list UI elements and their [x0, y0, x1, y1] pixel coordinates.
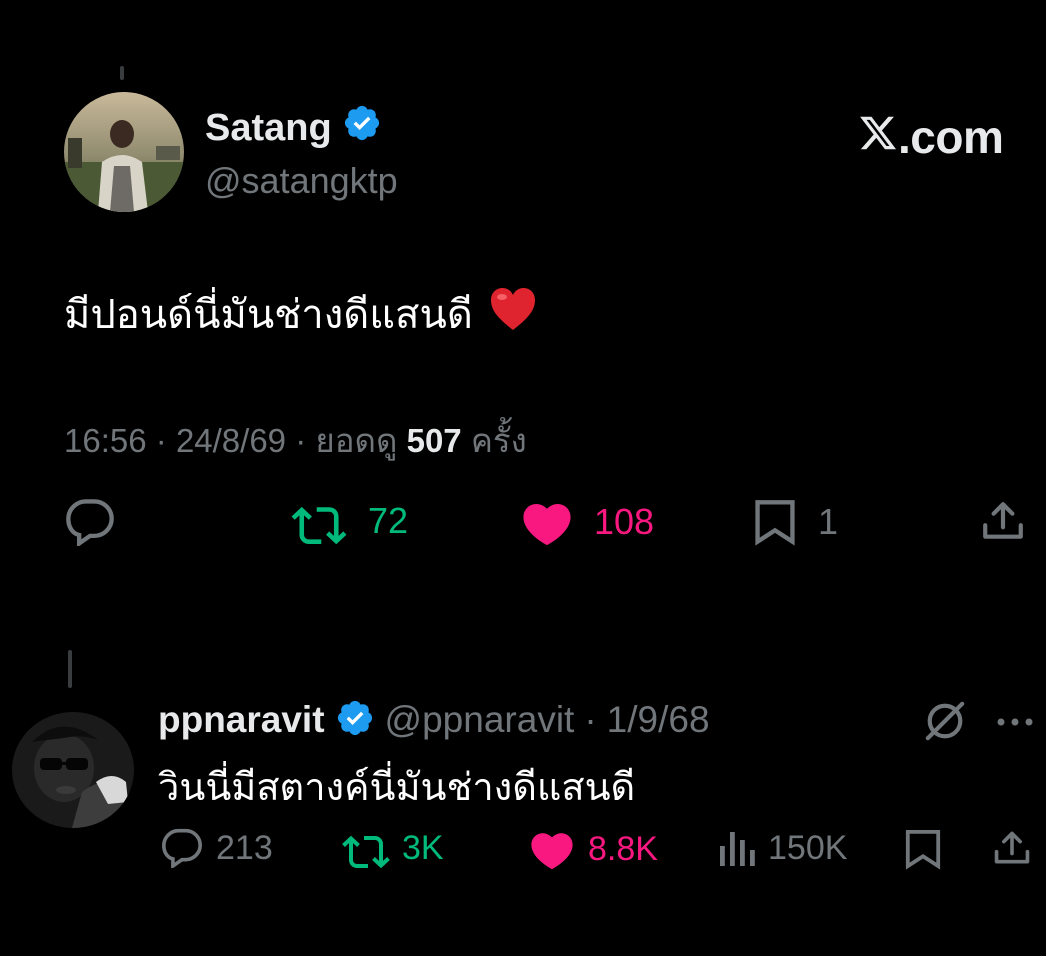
- reply-retweet-count: 3K: [402, 828, 444, 867]
- share-icon: [980, 498, 1026, 544]
- x-logo-icon: [858, 110, 898, 164]
- tweet-date[interactable]: 24/8/69: [176, 422, 286, 459]
- tweet-meta: 16:56 · 24/8/69 · ยอดดู 507 ครั้ง: [64, 414, 527, 467]
- analytics-icon: [716, 828, 756, 868]
- reply-views-button[interactable]: 150K: [716, 828, 847, 868]
- reply-date[interactable]: 1/9/68: [607, 699, 710, 741]
- verified-badge-icon[interactable]: [335, 698, 375, 743]
- thread-line-top: [120, 66, 124, 80]
- views-prefix: ยอดดู: [315, 422, 398, 459]
- retweet-count: 72: [368, 500, 409, 541]
- author-handle[interactable]: @satangktp: [205, 160, 398, 202]
- heart-icon: [528, 828, 576, 870]
- retweet-icon: [342, 828, 390, 868]
- bookmark-icon: [752, 498, 798, 546]
- author-name[interactable]: Satang: [205, 103, 382, 153]
- tweet-text: มีปอนด์นี่มันช่างดีแสนดี: [64, 293, 473, 337]
- share-button[interactable]: [980, 498, 1026, 544]
- thread-line-reply: [68, 650, 72, 688]
- like-count: 108: [594, 501, 655, 542]
- reply-icon: [64, 498, 116, 546]
- retweet-button[interactable]: 72: [290, 498, 408, 544]
- verified-badge-icon[interactable]: [342, 103, 382, 153]
- heart-emoji: [489, 287, 537, 341]
- grok-icon[interactable]: [922, 700, 968, 747]
- reply-share-button[interactable]: [992, 828, 1032, 868]
- retweet-icon: [290, 498, 348, 544]
- reply-icon: [160, 828, 204, 868]
- bookmark-icon: [904, 828, 942, 870]
- meta-separator: ·: [295, 422, 307, 459]
- reply-like-button[interactable]: 8.8K: [528, 828, 658, 870]
- views-count: 507: [406, 422, 462, 459]
- reply-text: วินนี่มีสตางค์นี่มันช่างดีแสนดี: [158, 767, 636, 809]
- reply-views-count: 150K: [768, 828, 848, 867]
- reply-retweet-button[interactable]: 3K: [342, 828, 444, 868]
- like-button[interactable]: 108: [520, 498, 654, 546]
- reply-like-count: 8.8K: [588, 829, 658, 868]
- share-icon: [992, 828, 1032, 868]
- reply-separator: ·: [584, 699, 597, 740]
- bookmark-count: 1: [818, 501, 839, 542]
- brand-label: .com: [898, 111, 1004, 163]
- reply-reply-button[interactable]: 213: [160, 828, 273, 868]
- reply-header: ppnaravit @ppnaravit · 1/9/68: [158, 698, 710, 742]
- reply-author-handle[interactable]: @ppnaravit: [385, 699, 575, 741]
- reply-avatar[interactable]: [12, 712, 134, 828]
- reply-button[interactable]: [64, 498, 116, 546]
- avatar[interactable]: [64, 92, 184, 212]
- reply-author-name[interactable]: ppnaravit: [158, 699, 325, 741]
- author-name-text[interactable]: Satang: [205, 107, 332, 150]
- views-suffix: ครั้ง: [470, 422, 527, 459]
- bookmark-button[interactable]: 1: [752, 498, 838, 546]
- meta-separator: ·: [155, 422, 167, 459]
- heart-icon: [520, 498, 574, 546]
- tweet-time[interactable]: 16:56: [64, 422, 147, 459]
- reply-bookmark-button[interactable]: [904, 828, 942, 870]
- brand-logo: .com: [858, 110, 1004, 164]
- reply-reply-count: 213: [216, 828, 273, 867]
- tweet-body: มีปอนด์นี่มันช่างดีแสนดี: [64, 282, 537, 346]
- more-icon[interactable]: [996, 714, 1034, 732]
